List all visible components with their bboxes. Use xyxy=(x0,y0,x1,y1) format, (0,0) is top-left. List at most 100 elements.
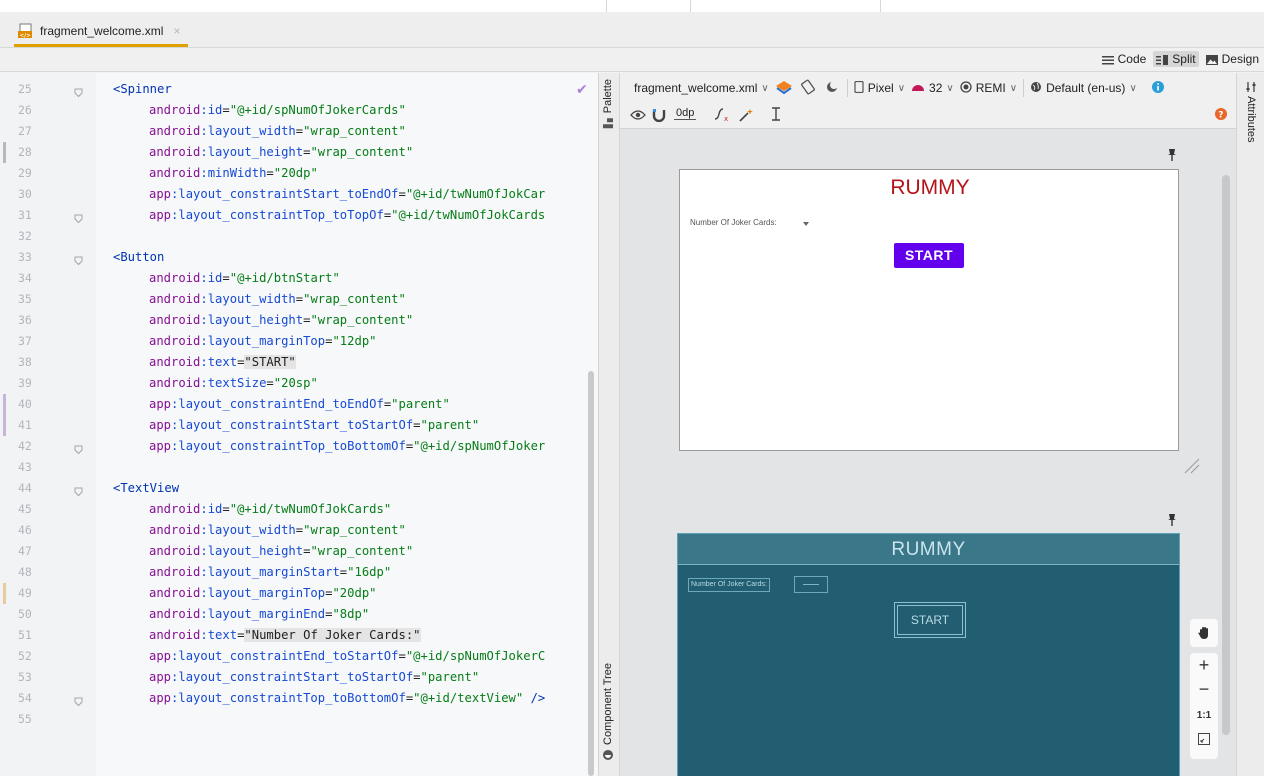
code-line[interactable]: 28 android:layout_height="wrap_content" xyxy=(0,142,598,163)
split-mode-button[interactable]: Split xyxy=(1153,51,1199,67)
editor-scrollbar[interactable] xyxy=(588,371,594,776)
code-line[interactable]: 52 app:layout_constraintEnd_toStartOf="@+… xyxy=(0,646,598,667)
view-options-eye-icon[interactable] xyxy=(630,109,646,124)
layers-icon[interactable] xyxy=(775,79,793,98)
fold-marker-icon[interactable] xyxy=(73,252,84,266)
code-line[interactable]: 44 <TextView xyxy=(0,478,598,499)
code-token: android xyxy=(149,145,201,159)
warning-icon[interactable]: ? xyxy=(1214,107,1228,124)
file-selector[interactable]: fragment_welcome.xml ∨ xyxy=(634,81,769,95)
phone-icon xyxy=(854,80,864,96)
night-mode-icon[interactable] xyxy=(823,79,841,98)
infer-constraints-icon[interactable] xyxy=(738,108,754,125)
blueprint-preview[interactable]: RUMMY Number Of Joker Cards: START xyxy=(677,533,1180,776)
default-margin-button[interactable]: 0dp xyxy=(674,107,697,120)
line-number: 54 xyxy=(18,691,32,705)
blueprint-joker-label[interactable]: Number Of Joker Cards: xyxy=(688,578,770,592)
code-line[interactable]: 35 android:layout_width="wrap_content" xyxy=(0,289,598,310)
zoom-in-button[interactable]: + xyxy=(1190,655,1218,676)
code-line[interactable]: 51 android:text="Number Of Joker Cards:" xyxy=(0,625,598,646)
pan-hand-icon[interactable] xyxy=(1190,619,1218,647)
code-line[interactable]: 45 android:id="@+id/twNumOfJokCards" xyxy=(0,499,598,520)
zoom-actual-size-button[interactable]: 1:1 xyxy=(1190,710,1218,721)
line-number: 48 xyxy=(18,565,32,579)
fold-marker-icon[interactable] xyxy=(73,210,84,224)
code-line[interactable]: 47 android:layout_height="wrap_content" xyxy=(0,541,598,562)
design-scrollbar[interactable] xyxy=(1222,175,1230,735)
blueprint-start-button[interactable]: START xyxy=(894,602,966,638)
orientation-icon[interactable] xyxy=(799,79,817,98)
theme-selector[interactable]: REMI ∨ xyxy=(960,80,1017,96)
file-tab[interactable]: </> fragment_welcome.xml × xyxy=(14,17,189,47)
pin-icon[interactable] xyxy=(1167,513,1177,527)
magnet-icon[interactable] xyxy=(652,108,666,125)
code-line[interactable]: 40 app:layout_constraintEnd_toEndOf="pare… xyxy=(0,394,598,415)
code-line[interactable]: 26 android:id="@+id/spNumOfJokerCards" xyxy=(0,100,598,121)
code-line[interactable]: 36 android:layout_height="wrap_content" xyxy=(0,310,598,331)
code-token: :layout_width xyxy=(200,292,296,306)
clear-constraints-icon[interactable]: x xyxy=(714,108,732,125)
code-line[interactable]: 31 app:layout_constraintTop_toTopOf="@+id… xyxy=(0,205,598,226)
line-number: 35 xyxy=(18,292,32,306)
view-mode-bar: Code Split Design xyxy=(0,48,1264,72)
close-tab-icon[interactable]: × xyxy=(173,24,180,38)
code-text: android:layout_height="wrap_content" xyxy=(149,541,413,562)
code-line[interactable]: 48 android:layout_marginStart="16dp" xyxy=(0,562,598,583)
pin-icon[interactable] xyxy=(1167,148,1177,162)
line-number: 55 xyxy=(18,712,32,726)
blueprint-spinner[interactable] xyxy=(794,576,828,593)
code-line[interactable]: 54 app:layout_constraintTop_toBottomOf="@… xyxy=(0,688,598,709)
info-icon[interactable] xyxy=(1151,80,1165,97)
zoom-out-button[interactable]: − xyxy=(1190,679,1218,700)
code-token: android xyxy=(149,544,201,558)
code-line[interactable]: 30 app:layout_constraintStart_toEndOf="@+… xyxy=(0,184,598,205)
code-line[interactable]: 32 xyxy=(0,226,598,247)
fold-marker-icon[interactable] xyxy=(73,84,84,98)
device-selector[interactable]: Pixel ∨ xyxy=(854,80,905,96)
line-number: 27 xyxy=(18,124,32,138)
code-line[interactable]: 53 app:layout_constraintStart_toStartOf="… xyxy=(0,667,598,688)
design-preview[interactable]: RUMMY Number Of Joker Cards: START xyxy=(679,169,1179,451)
code-line[interactable]: 38 android:text="START" xyxy=(0,352,598,373)
code-line[interactable]: 41 app:layout_constraintStart_toStartOf="… xyxy=(0,415,598,436)
code-line[interactable]: 25 <Spinner xyxy=(0,79,598,100)
code-line[interactable]: 49 android:layout_marginTop="20dp" xyxy=(0,583,598,604)
code-token: "@+id/spNumOfJokerC xyxy=(405,649,546,663)
code-line[interactable]: 37 android:layout_marginTop="12dp" xyxy=(0,331,598,352)
code-line[interactable]: 50 android:layout_marginEnd="8dp" xyxy=(0,604,598,625)
theme-label: REMI xyxy=(975,81,1006,95)
preview-start-button[interactable]: START xyxy=(894,243,964,268)
line-number: 44 xyxy=(18,481,32,495)
palette-tool-tab[interactable]: Palette xyxy=(602,79,614,129)
attributes-tool-tab[interactable]: Attributes xyxy=(1245,81,1257,143)
code-text: android:layout_height="wrap_content" xyxy=(149,142,413,163)
code-line[interactable]: 42 app:layout_constraintTop_toBottomOf="@… xyxy=(0,436,598,457)
locale-selector[interactable]: Default (en-us) ∨ xyxy=(1030,81,1137,96)
design-mode-button[interactable]: Design xyxy=(1203,51,1262,67)
code-line[interactable]: 34 android:id="@+id/btnStart" xyxy=(0,268,598,289)
code-line[interactable]: 33 <Button xyxy=(0,247,598,268)
code-line[interactable]: 39 android:textSize="20sp" xyxy=(0,373,598,394)
line-number: 46 xyxy=(18,523,32,537)
code-line[interactable]: 27 android:layout_width="wrap_content" xyxy=(0,121,598,142)
preview-spinner-arrow[interactable] xyxy=(803,222,809,226)
code-line[interactable]: 46 android:layout_width="wrap_content" xyxy=(0,520,598,541)
code-line[interactable]: 29 android:minWidth="20dp" xyxy=(0,163,598,184)
code-token: android xyxy=(149,292,201,306)
component-tree-tool-tab[interactable]: Component Tree xyxy=(602,663,614,761)
fold-marker-icon[interactable] xyxy=(73,483,84,497)
fold-marker-icon[interactable] xyxy=(73,693,84,707)
code-line[interactable]: 55 xyxy=(0,709,598,730)
code-token: android xyxy=(149,124,201,138)
code-mode-button[interactable]: Code xyxy=(1099,51,1150,67)
preview-joker-label[interactable]: Number Of Joker Cards: xyxy=(690,218,777,227)
code-editor[interactable]: 25 <Spinner 26 android:id="@+id/spNumOfJoke… xyxy=(0,73,598,776)
api-level-selector[interactable]: 32 ∨ xyxy=(911,81,954,95)
guidelines-icon[interactable] xyxy=(770,107,782,126)
zoom-to-fit-icon[interactable] xyxy=(1190,733,1218,748)
top-strip-divider xyxy=(880,0,881,12)
code-line[interactable]: 43 xyxy=(0,457,598,478)
attributes-icon xyxy=(1245,81,1257,96)
fold-marker-icon[interactable] xyxy=(73,441,84,455)
resize-handle-icon[interactable] xyxy=(1183,457,1201,475)
